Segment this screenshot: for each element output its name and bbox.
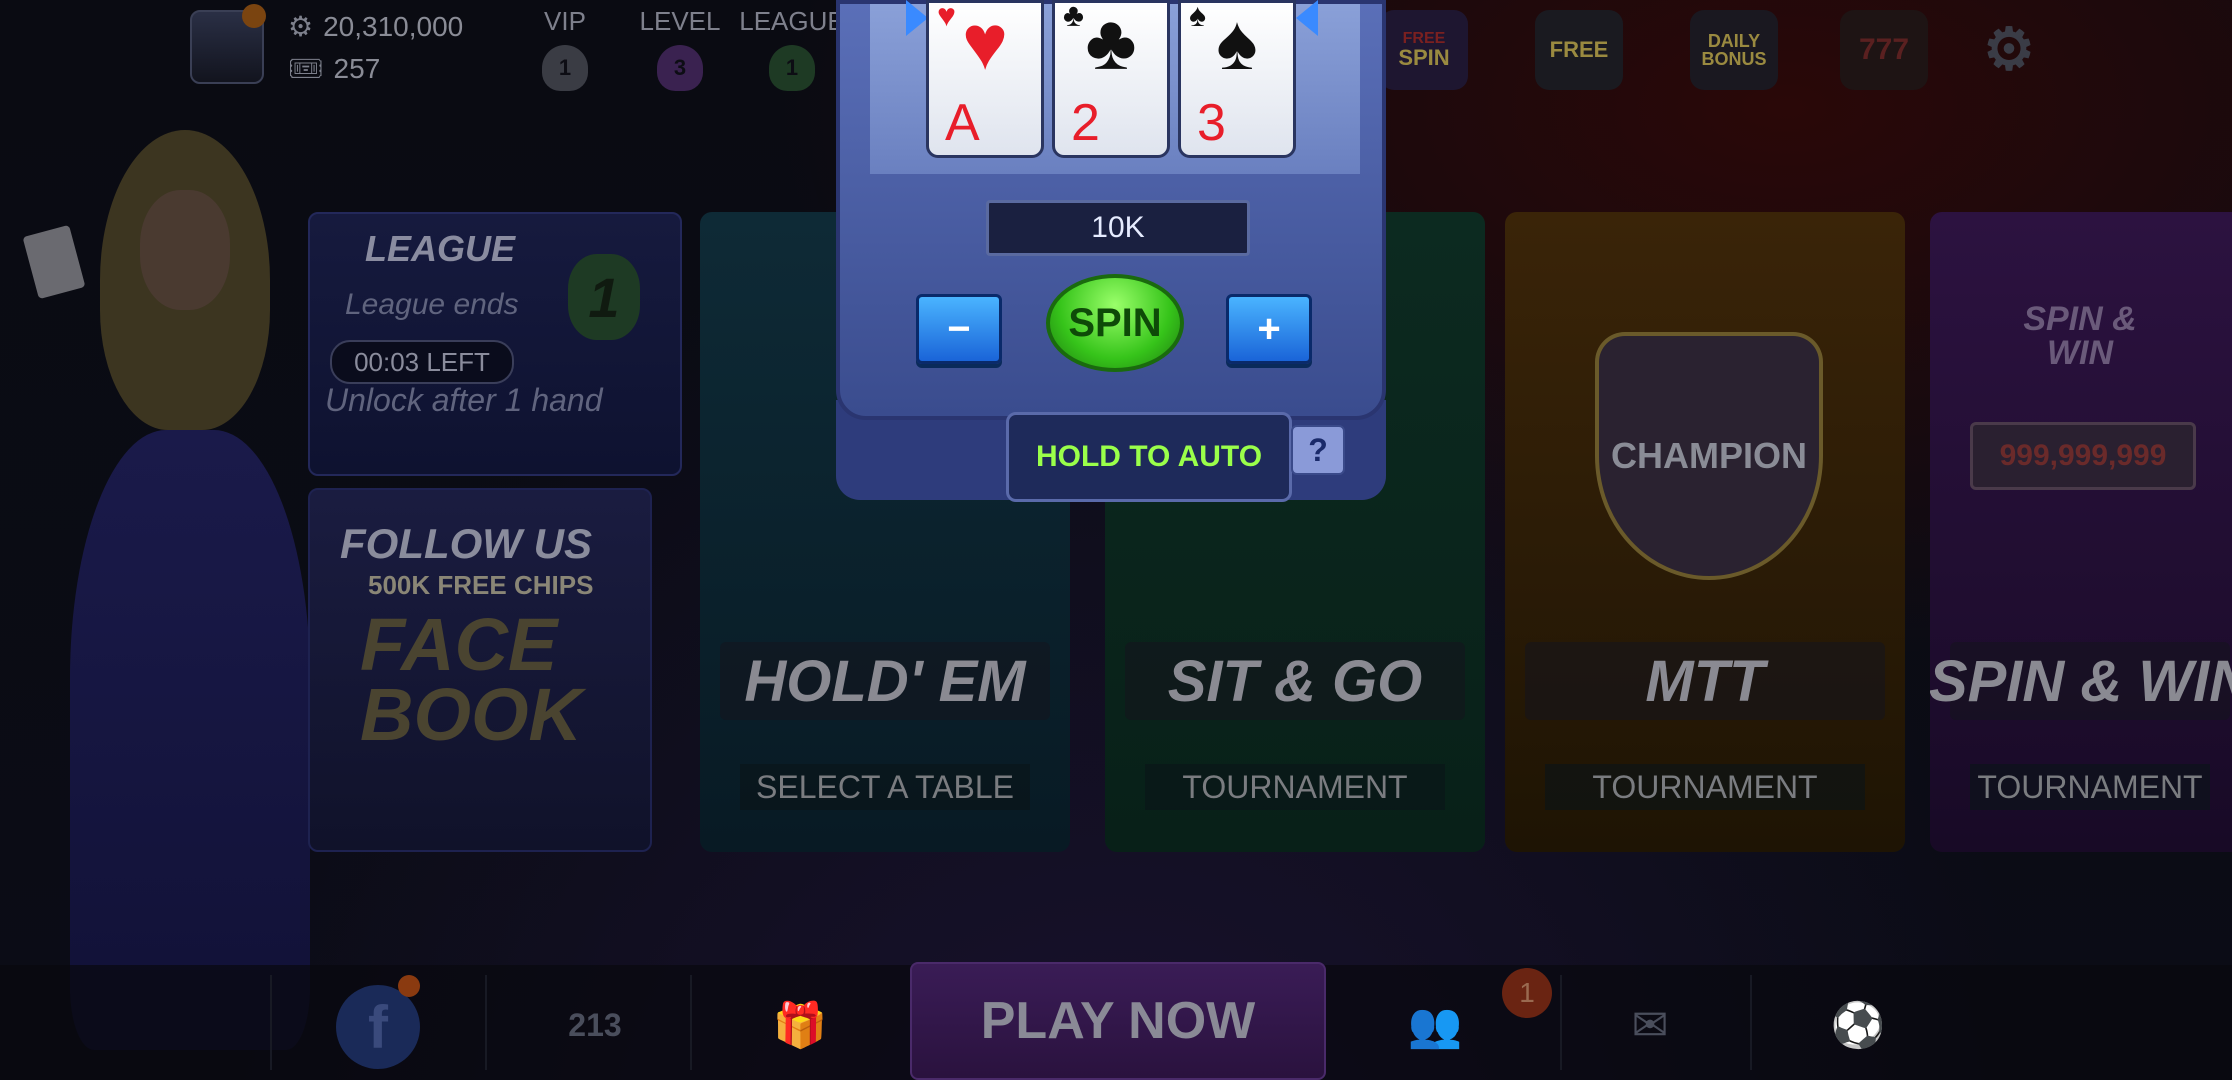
reel-1-rank: A [945,94,980,152]
divider [690,975,692,1070]
daily-bonus-label: DAILY BONUS [1701,31,1767,69]
ticket-count: 257 [333,52,381,84]
divider [485,975,487,1070]
hostess-illustration [22,130,330,1050]
spin-button[interactable]: SPIN [1046,274,1184,372]
sitgo-subtitle: TOURNAMENT [1145,764,1445,810]
level-value: 3 [673,55,687,80]
level-label: LEVEL [639,6,721,36]
gift-icon[interactable]: 🎁 [760,985,840,1065]
settings-gear-icon[interactable]: ⚙ [1965,10,2053,90]
reel-3-suit-icon: ♠ [1216,0,1258,86]
spin-and-win-logo: SPIN & WIN [2023,300,2137,372]
chip-count: 20,310,000 [323,10,464,42]
free-spin-button[interactable]: FREE SPIN [1380,10,1468,90]
ticket-balance: 🎟 257 [288,52,380,85]
league-emblem-icon: 1 [769,45,815,91]
sitgo-title: SIT & GO [1125,642,1465,720]
divider [270,975,272,1070]
reel-3-rank: 3 [1197,94,1226,152]
vip-label: VIP [544,6,586,36]
poker-chip-icon[interactable]: ⚽ [1818,985,1898,1065]
league-panel-subtitle: League ends [345,288,519,321]
level-emblem-icon: 3 [657,45,703,91]
mtt-subtitle: TOURNAMENT [1545,764,1865,810]
hostess-face [140,190,230,310]
hold-to-auto-label: HOLD TO AUTO [1006,412,1292,502]
play-now-button[interactable]: PLAY NOW [910,962,1326,1080]
friends-notification-badge: 1 [1502,968,1552,1018]
holdem-title: HOLD' EM [720,642,1050,720]
mtt-card[interactable]: CHAMPION MTT TOURNAMENT [1505,212,1905,852]
follow-title: FOLLOW US [340,520,592,567]
league-rank[interactable]: LEAGUE 1 [737,6,847,91]
slot-machine: ♥ ♥ A ♣ ♣ 2 ♠ ♠ 3 10K − SPIN + HOLD TO A… [836,0,1386,505]
mail-icon[interactable]: ✉ [1605,985,1695,1065]
facebook-icon[interactable]: f [336,985,420,1069]
league-unlock-text: Unlock after 1 hand [325,382,603,418]
divider [1560,975,1562,1070]
spin-subtitle: TOURNAMENT [1970,764,2210,810]
reel-3: ♠ ♠ 3 [1178,0,1296,158]
reel-2-suit-icon: ♣ [1085,0,1137,86]
avatar-notification-badge [242,4,266,28]
divider [1750,975,1752,1070]
free-bonus-button[interactable]: FREE [1535,10,1623,90]
league-panel-title: LEAGUE [365,228,516,269]
chip-balance: ⚙ 20,310,000 [288,10,463,43]
facebook-logo-text: FACE BOOK [360,603,582,757]
increase-bet-button[interactable]: + [1226,294,1312,364]
slots-icon[interactable]: 777 [1840,10,1928,90]
spin-and-win-card[interactable]: SPIN & WIN 999,999,999 SPIN & WIN TOURNA… [1930,212,2232,852]
friends-icon[interactable]: 👥 [1395,985,1475,1065]
league-badge-icon: 1 [568,254,640,340]
league-panel[interactable]: LEAGUE League ends 00:03 LEFT Unlock aft… [308,212,682,476]
leaderboard-icon[interactable]: 213 [540,985,650,1065]
reel-1: ♥ ♥ A [926,0,1044,158]
league-timer: 00:03 LEFT [330,340,514,384]
daily-bonus-button[interactable]: DAILY BONUS [1690,10,1778,90]
facebook-notification-dot [398,975,420,997]
spin-title: SPIN & WIN [1930,642,2232,720]
left-payline-arrow-icon [906,0,928,36]
right-payline-arrow-icon [1296,0,1318,36]
hostess-card-icon [22,224,86,300]
champion-emblem-icon: CHAMPION [1595,332,1823,580]
vip-value: 1 [558,55,572,80]
help-button[interactable]: ? [1291,425,1345,475]
reel-2: ♣ ♣ 2 [1052,0,1170,158]
follow-us-panel[interactable]: FOLLOW US 500K FREE CHIPS FACE BOOK [308,488,652,852]
vip-emblem-icon: 1 [542,45,588,91]
chip-icon: ⚙ [288,11,314,42]
free-spin-label: SPIN [1398,45,1450,70]
level-rank[interactable]: LEVEL 3 [625,6,735,91]
reel-2-rank: 2 [1071,94,1100,152]
spin-jackpot-display: 999,999,999 [1970,422,2196,490]
ticket-icon: 🎟 [288,53,324,84]
league-value: 1 [785,55,799,80]
league-label: LEAGUE [739,6,845,36]
hostess-dress [70,430,310,1050]
follow-subtitle: 500K FREE CHIPS [368,570,594,600]
vip-rank[interactable]: VIP 1 [510,6,620,91]
reel-1-suit-icon: ♥ [961,0,1009,86]
free-bonus-label: FREE [1549,37,1609,62]
holdem-subtitle: SELECT A TABLE [740,764,1030,810]
bet-amount-display: 10K [986,200,1250,256]
mtt-title: MTT [1525,642,1885,720]
decrease-bet-button[interactable]: − [916,294,1002,364]
